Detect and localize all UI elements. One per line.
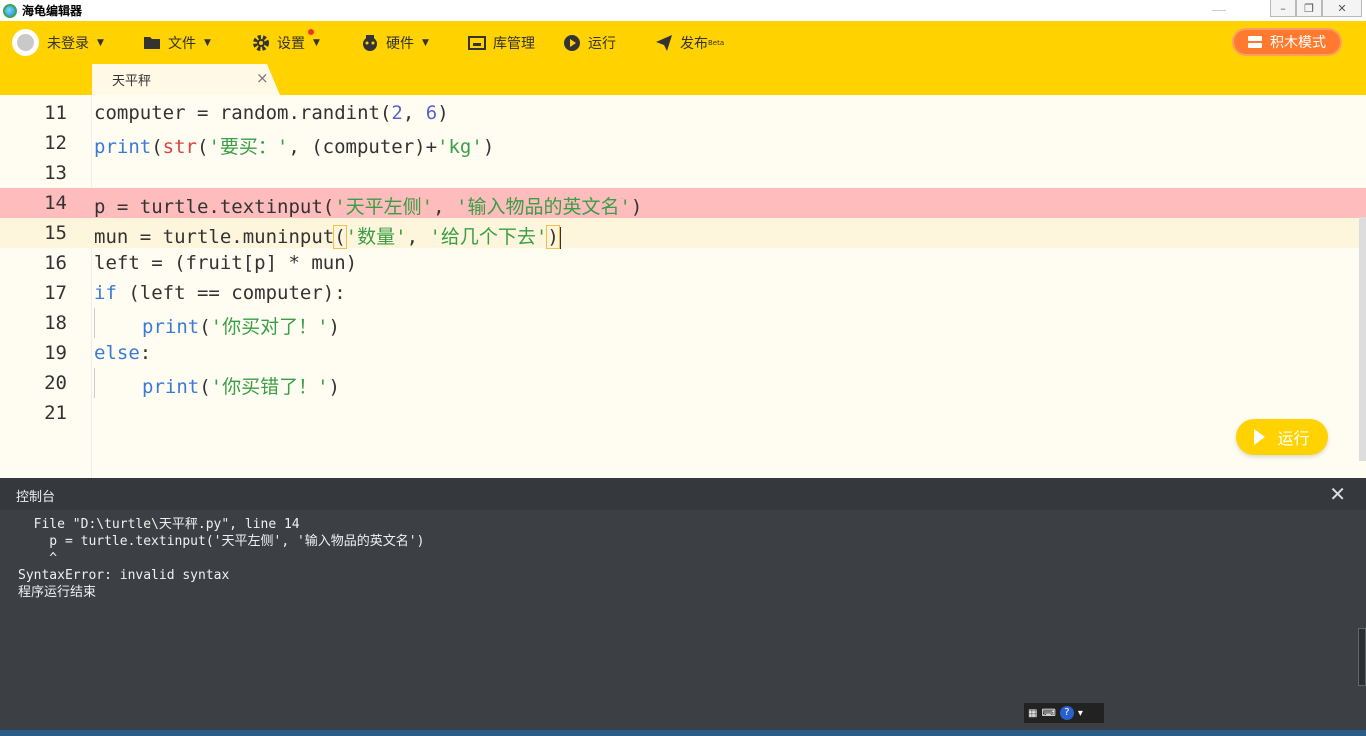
restore-button[interactable]: ❐ <box>1296 0 1322 17</box>
ime-toolbar[interactable]: ▦ ⌨ ? ▾ <box>1024 703 1104 723</box>
line-number: 15 <box>44 222 67 244</box>
folder-icon <box>143 34 161 52</box>
block-mode-button[interactable]: 积木模式 <box>1232 28 1342 56</box>
settings-menu[interactable]: 设置 ▼ <box>252 21 320 64</box>
code-line: 11 computer = random.randint(2, 6) <box>0 98 1366 128</box>
indent-guide <box>94 368 95 398</box>
code-line: 12 print(str('要买：', (computer)+'kg') <box>0 128 1366 158</box>
library-icon <box>468 34 486 52</box>
code-line: 19 else: <box>0 338 1366 368</box>
play-circle-icon <box>563 34 581 52</box>
code-line: 16 left = (fruit[p] * mun) <box>0 248 1366 278</box>
settings-label: 设置 <box>277 35 305 52</box>
indent-guide <box>94 308 95 338</box>
keyboard-grid-icon[interactable]: ▦ <box>1028 708 1037 719</box>
code-text: if (left == computer): <box>94 282 346 304</box>
file-menu[interactable]: 文件 ▼ <box>143 21 211 64</box>
file-label: 文件 <box>168 35 196 52</box>
run-button[interactable]: 运行 <box>1236 419 1328 455</box>
text-cursor <box>558 226 561 249</box>
keyboard-icon[interactable]: ⌨ <box>1041 708 1055 719</box>
chevron-down-icon: ▼ <box>313 37 320 48</box>
avatar-icon <box>12 29 39 56</box>
line-number: 18 <box>44 312 67 334</box>
line-number: 20 <box>44 372 67 394</box>
library-manager-button[interactable]: 库管理 <box>468 21 535 64</box>
login-label: 未登录 <box>47 35 89 52</box>
code-text: mun = turtle.muninput('数量', '给几个下去') <box>94 225 561 249</box>
tab-label: 天平秤 <box>112 74 152 89</box>
line-number: 21 <box>44 402 67 424</box>
code-editor[interactable]: 11 computer = random.randint(2, 6) 12 pr… <box>0 95 1366 478</box>
publish-label: 发布 <box>680 35 708 52</box>
console-header: 控制台 ✕ <box>0 478 1366 510</box>
line-number: 17 <box>44 282 67 304</box>
window-title: 海龟编辑器 <box>22 4 83 18</box>
editor-scrollbar[interactable] <box>1359 217 1366 461</box>
console-title: 控制台 <box>16 490 56 505</box>
hardware-menu[interactable]: 硬件 ▼ <box>361 21 429 64</box>
line-number: 13 <box>44 162 67 184</box>
toolbar: 未登录 ▼ 文件 ▼ 设置 ▼ 硬件 ▼ 库管理 运行 发布 Beta 积木模式 <box>0 21 1366 64</box>
console-panel: 控制台 ✕ File "D:\turtle\天平秤.py", line 14 p… <box>0 478 1366 730</box>
play-icon <box>1254 429 1266 445</box>
send-icon <box>655 34 673 52</box>
code-line: 17 if (left == computer): <box>0 278 1366 308</box>
run-button-label: 运行 <box>1277 429 1310 448</box>
code-text: print('你买错了！') <box>142 376 340 398</box>
login-menu[interactable]: 未登录 ▼ <box>12 21 104 64</box>
tab-tianpingcheng[interactable]: 天平秤 × <box>92 64 280 95</box>
chevron-down-icon: ▼ <box>422 37 429 48</box>
code-line: 13 <box>0 158 1366 188</box>
minimize-button[interactable]: – <box>1270 0 1296 17</box>
library-label: 库管理 <box>493 35 535 52</box>
run-toolbar-button[interactable]: 运行 <box>563 21 616 64</box>
help-icon[interactable]: ? <box>1059 706 1074 720</box>
code-text: computer = random.randint(2, 6) <box>94 102 449 124</box>
active-code-line: 15 mun = turtle.muninput('数量', '给几个下去') <box>0 218 1366 249</box>
close-icon[interactable]: ✕ <box>1329 482 1346 506</box>
titlebar-divider <box>1212 10 1226 11</box>
window-controls: – ❐ ✕ <box>1270 0 1362 17</box>
volume-meter <box>1358 628 1366 686</box>
code-text: left = (fruit[p] * mun) <box>94 252 358 274</box>
block-mode-label: 积木模式 <box>1270 35 1326 51</box>
run-label: 运行 <box>588 35 616 52</box>
options-icon[interactable]: ▾ <box>1078 708 1083 719</box>
line-number: 19 <box>44 342 67 364</box>
publish-button[interactable]: 发布 Beta <box>655 21 724 64</box>
chevron-down-icon: ▼ <box>97 37 104 48</box>
app-logo-icon <box>3 3 17 18</box>
line-number: 14 <box>44 192 67 214</box>
error-code-line: 14 p = turtle.textinput('天平左侧', '输入物品的英文… <box>0 188 1366 218</box>
tab-bar: 天平秤 × <box>0 64 1366 95</box>
line-number: 11 <box>44 102 67 124</box>
code-text: print(str('要买：', (computer)+'kg') <box>94 136 495 158</box>
code-line: 20 print('你买错了！') <box>0 368 1366 398</box>
gear-icon <box>252 34 270 52</box>
code-line: 18 print('你买对了！') <box>0 308 1366 338</box>
taskbar <box>0 730 1366 736</box>
line-number: 16 <box>44 252 67 274</box>
beta-badge: Beta <box>708 38 725 47</box>
notification-dot <box>308 29 314 35</box>
code-text: else: <box>94 342 152 364</box>
code-text: print('你买对了！') <box>142 316 340 338</box>
code-line: 21 <box>0 398 1366 428</box>
close-tab-icon[interactable]: × <box>256 69 269 87</box>
hardware-label: 硬件 <box>386 35 414 52</box>
close-window-button[interactable]: ✕ <box>1322 0 1362 17</box>
chevron-down-icon: ▼ <box>204 37 211 48</box>
code-text: p = turtle.textinput('天平左侧', '输入物品的英文名') <box>94 196 643 218</box>
hardware-icon <box>361 34 379 52</box>
line-number: 12 <box>44 132 67 154</box>
title-bar: 海龟编辑器 – ❐ ✕ <box>0 0 1366 21</box>
blocks-icon <box>1246 33 1264 51</box>
console-output: File "D:\turtle\天平秤.py", line 14 p = tur… <box>18 517 425 600</box>
